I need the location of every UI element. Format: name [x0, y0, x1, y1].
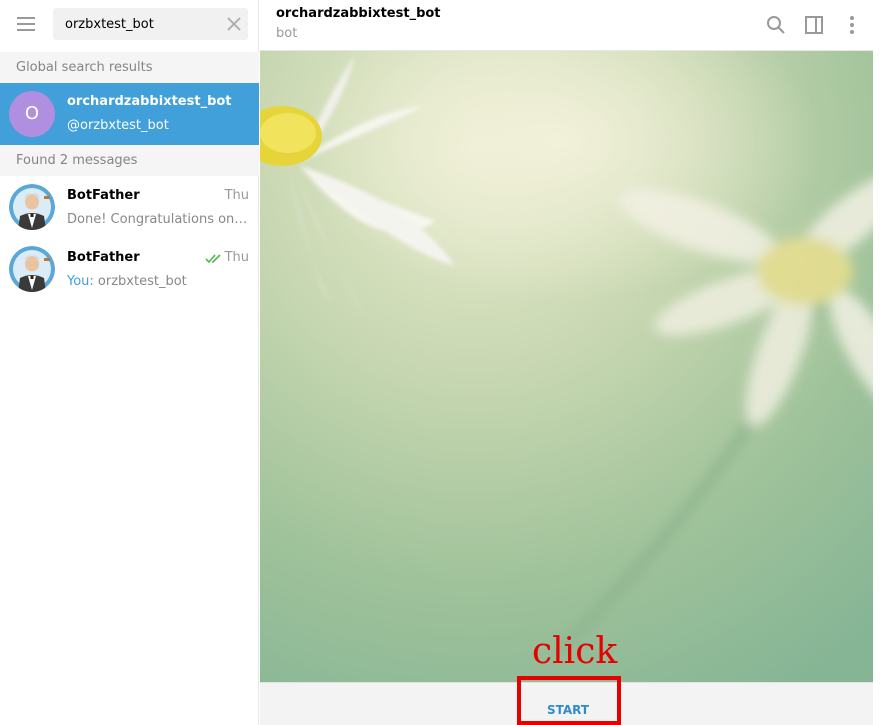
- avatar: [9, 184, 55, 230]
- start-bot-button[interactable]: START: [518, 683, 618, 725]
- dialogs-header: [0, 0, 259, 52]
- botfather-avatar-icon: [9, 246, 55, 292]
- dialogs-panel: Global search results O orchardzabbixtes…: [0, 0, 259, 725]
- chat-panel: orchardzabbixtest_bot bot START click: [260, 0, 873, 725]
- chat-title[interactable]: orchardzabbixtest_bot: [276, 6, 441, 21]
- search-icon: [767, 16, 785, 34]
- menu-icon: [17, 17, 35, 31]
- more-vertical-icon: [850, 16, 854, 34]
- message-preview-text: orzbxtest_bot: [93, 274, 187, 289]
- global-results-header: Global search results: [0, 52, 259, 83]
- result-name: orchardzabbixtest_bot: [67, 94, 232, 109]
- close-icon: [227, 17, 241, 31]
- message-result-item[interactable]: BotFather Thu You: orzbxtest_bot: [0, 238, 259, 300]
- window-edge: [873, 0, 887, 725]
- clear-search-button[interactable]: [224, 14, 244, 34]
- menu-button[interactable]: [8, 10, 44, 40]
- side-panel-icon: [805, 16, 823, 34]
- message-sender-name: BotFather: [67, 188, 140, 203]
- chat-subtitle: bot: [276, 26, 298, 41]
- more-options-button[interactable]: [839, 12, 865, 38]
- messages-results-header: Found 2 messages: [0, 145, 259, 176]
- search-box: [53, 8, 248, 40]
- message-time: Thu: [224, 188, 249, 203]
- chamomile-wallpaper: [260, 51, 873, 682]
- result-username: @orzbxtest_bot: [67, 118, 169, 133]
- message-sender-name: BotFather: [67, 250, 140, 265]
- message-result-item[interactable]: BotFather Thu Done! Congratulations on y…: [0, 176, 259, 238]
- message-sender-you: You:: [67, 274, 94, 289]
- message-preview: Done! Congratulations on your new bot.: [67, 212, 249, 227]
- annotation-label: click: [532, 631, 618, 672]
- avatar: O: [9, 91, 55, 137]
- search-chat-button[interactable]: [763, 12, 789, 38]
- double-check-icon: [205, 254, 221, 264]
- global-result-bot[interactable]: O orchardzabbixtest_bot @orzbxtest_bot: [0, 83, 259, 145]
- chat-background: [260, 51, 873, 682]
- toggle-info-panel-button[interactable]: [801, 12, 827, 38]
- message-preview: You: orzbxtest_bot: [67, 274, 249, 289]
- botfather-avatar-icon: [9, 184, 55, 230]
- message-time: Thu: [224, 250, 249, 265]
- search-input[interactable]: [53, 8, 223, 40]
- chat-bottom-bar: START: [260, 676, 873, 725]
- chat-header: orchardzabbixtest_bot bot: [260, 0, 873, 51]
- avatar: [9, 246, 55, 292]
